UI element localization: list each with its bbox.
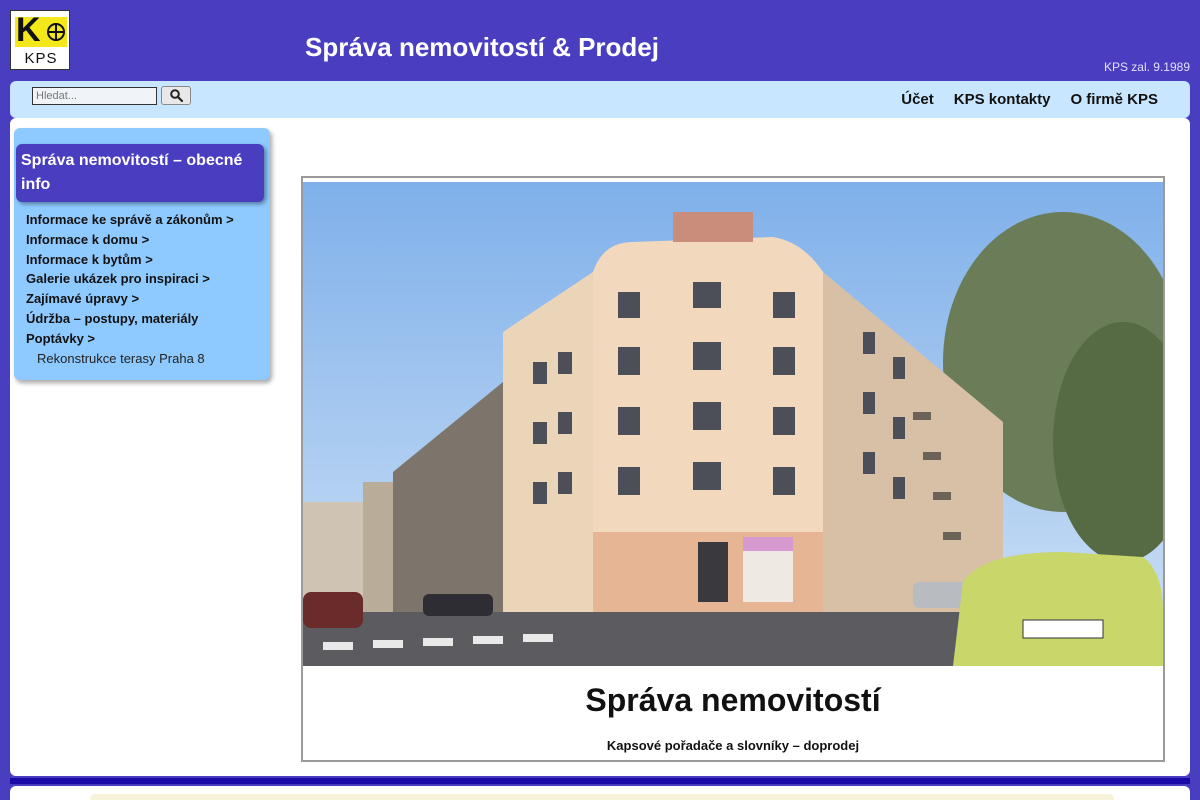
sidebar-item-galerie[interactable]: Galerie ukázek pro inspiraci > <box>26 269 266 289</box>
sidebar: Správa nemovitostí – obecné info Informa… <box>14 128 270 380</box>
sidebar-item-byty[interactable]: Informace k bytům > <box>26 250 266 270</box>
sidebar-subitem-terasa[interactable]: Rekonstrukce terasy Praha 8 <box>26 349 266 369</box>
top-nav: Účet KPS kontakty O firmě KPS <box>901 91 1158 108</box>
search-icon <box>169 89 183 102</box>
sidebar-item-sprava-zakony[interactable]: Informace ke správě a zákonům > <box>26 210 266 230</box>
footer <box>10 786 1190 800</box>
feature-subtitle[interactable]: Kapsové pořadače a slovníky – doprodej <box>303 738 1163 753</box>
nav-link-kontakty[interactable]: KPS kontakty <box>954 91 1051 108</box>
main-content: Správa nemovitostí – obecné info Informa… <box>10 118 1190 776</box>
navbar: Účet KPS kontakty O firmě KPS <box>10 81 1190 118</box>
nav-link-ucet[interactable]: Účet <box>901 91 934 108</box>
feature-title: Správa nemovitostí <box>585 682 881 718</box>
search-button[interactable] <box>161 86 191 105</box>
site-title: Správa nemovitostí & Prodej <box>305 32 659 62</box>
sidebar-item-poptavky[interactable]: Poptávky > <box>26 329 266 349</box>
search-input[interactable] <box>32 87 157 105</box>
kps-logo[interactable]: K KPS <box>10 10 70 70</box>
feature-card: Správa nemovitostí Kapsové pořadače a sl… <box>301 176 1165 762</box>
header: K KPS Správa nemovitostí & Prodej KPS za… <box>0 0 1200 80</box>
nav-link-o-firme[interactable]: O firmě KPS <box>1070 91 1158 108</box>
logo-text: KPS <box>24 50 58 67</box>
wheel-icon <box>47 23 65 41</box>
footer-notice <box>90 794 1114 800</box>
logo-k-letter: K <box>16 11 41 49</box>
footer-divider <box>10 778 1190 784</box>
sidebar-item-dum[interactable]: Informace k domu > <box>26 230 266 250</box>
founded-note: KPS zal. 9.1989 <box>1103 60 1190 74</box>
sidebar-item-udrzba[interactable]: Údržba – postupy, materiály <box>26 309 266 329</box>
sidebar-title[interactable]: Správa nemovitostí – obecné info <box>16 144 264 202</box>
sidebar-menu: Informace ke správě a zákonům > Informac… <box>26 210 266 369</box>
building-photo <box>303 182 1163 666</box>
sidebar-item-upravy[interactable]: Zajímavé úpravy > <box>26 289 266 309</box>
building-illustration <box>303 182 1163 666</box>
